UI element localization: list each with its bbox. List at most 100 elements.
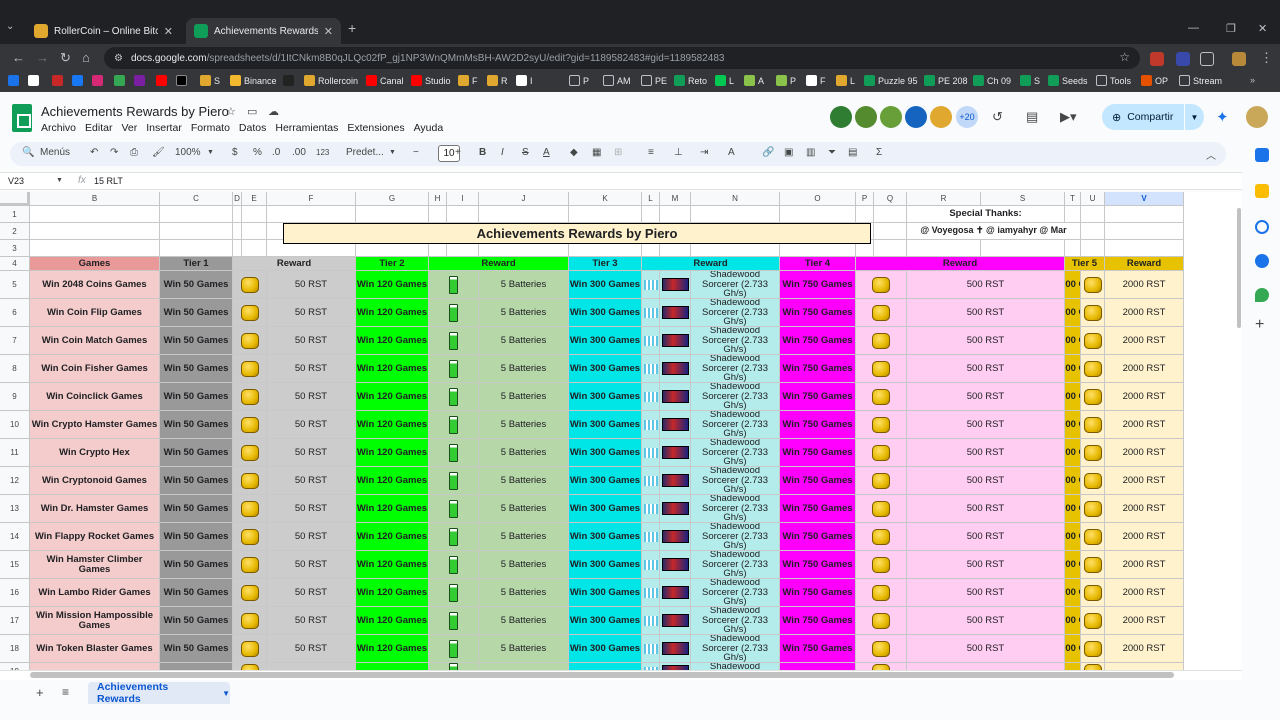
header-tier-5[interactable]: Tier 5 [1065, 257, 1105, 271]
bookmark-item[interactable]: Ch 09 [973, 75, 1011, 86]
tier-5-cell[interactable]: Win 2500 Games [1065, 383, 1081, 411]
game-name-cell[interactable]: Win Coin Fisher Games [30, 355, 160, 383]
tier-5-icon-cell[interactable] [1081, 383, 1105, 411]
tier-5-reward-cell[interactable]: 2000 RST [1105, 355, 1184, 383]
column-header-M[interactable]: M [660, 192, 691, 206]
bookmark-folder[interactable]: Tools [1096, 75, 1131, 86]
undo-icon[interactable]: ↶ [90, 147, 98, 158]
tier-3-icon-cell[interactable] [660, 523, 691, 551]
row-header[interactable]: 11 [0, 439, 30, 467]
horizontal-scroll-thumb[interactable] [30, 672, 1174, 678]
currency-format-button[interactable]: $ [232, 147, 238, 158]
tier-1-icon-cell[interactable] [233, 355, 267, 383]
tier-5-icon-cell[interactable] [1081, 551, 1105, 579]
tier-2-cell[interactable]: Win 120 Games [356, 607, 429, 635]
bookmark-item[interactable]: F [458, 75, 478, 86]
tier-1-icon-cell[interactable] [233, 663, 267, 670]
tier-4-reward-cell[interactable]: 500 RST [907, 635, 1065, 663]
row-header[interactable]: 7 [0, 327, 30, 355]
text-rotation-icon[interactable]: A [728, 147, 735, 158]
tier-3-cell[interactable]: Win 300 Games [569, 383, 642, 411]
tier-1-cell[interactable]: Win 50 Games [160, 467, 233, 495]
tier-1-reward-cell[interactable]: 50 RST [267, 495, 356, 523]
bookmark-icon-only[interactable] [134, 75, 148, 86]
tier-3-icon-cell[interactable] [660, 411, 691, 439]
game-name-cell[interactable]: Win Cryptonoid Games [30, 467, 160, 495]
extension-icon[interactable] [1176, 52, 1190, 66]
tier-3-icon-cell[interactable] [660, 579, 691, 607]
contacts-icon[interactable] [1255, 254, 1269, 268]
sheets-logo-icon[interactable] [12, 104, 32, 132]
tab-search-icon[interactable]: ⌄ [6, 21, 20, 37]
empty-cell[interactable] [160, 223, 233, 240]
move-folder-icon[interactable]: ▭ [247, 105, 257, 118]
tier-2-cell[interactable]: Win 120 Games [356, 579, 429, 607]
column-header-C[interactable]: C [160, 192, 233, 206]
bold-icon[interactable]: B [479, 147, 486, 158]
tier-2-icon-cell[interactable] [429, 663, 479, 670]
tier-4-reward-cell[interactable]: 500 RST [907, 439, 1065, 467]
row-header[interactable]: 13 [0, 495, 30, 523]
tier-3-reward-cell[interactable]: Shadewood Sorcerer (2.733 Gh/s) [691, 439, 780, 467]
column-header-D[interactable]: D [233, 192, 242, 206]
tier-3-cell[interactable]: Win 300 Games [569, 271, 642, 299]
tier-5-reward-cell[interactable]: 2000 RST [1105, 299, 1184, 327]
empty-cell[interactable] [874, 240, 907, 257]
collaborator-avatar[interactable] [830, 106, 852, 128]
zoom-dropdown-icon[interactable]: ▼ [207, 149, 214, 156]
tier-4-cell[interactable]: Win 750 Games [780, 411, 856, 439]
tier-1-reward-cell[interactable]: 50 RST [267, 607, 356, 635]
tier-1-reward-cell[interactable]: 50 RST [267, 299, 356, 327]
tier-1-reward-cell[interactable]: 50 RST [267, 271, 356, 299]
tier-4-reward-cell[interactable]: 500 RST [907, 579, 1065, 607]
share-button[interactable]: ⊕ Compartir ▼ [1102, 104, 1204, 130]
game-name-cell[interactable]: Win Mission Hampossible Games [30, 607, 160, 635]
tier-4-icon-cell[interactable] [856, 327, 907, 355]
tier-3-cell[interactable]: Win 300 Games [569, 439, 642, 467]
tier-3-cell[interactable]: Win 300 Games [569, 579, 642, 607]
get-addons-icon[interactable]: + [1255, 317, 1269, 333]
tier-3-cell[interactable] [569, 663, 642, 670]
tier-1-cell[interactable]: Win 50 Games [160, 607, 233, 635]
tier-3-reward-cell[interactable]: Shadewood Sorcerer (2.733 Gh/s) [691, 383, 780, 411]
tier-2-reward-cell[interactable]: 5 Batteries [479, 607, 569, 635]
percent-format-button[interactable]: % [253, 147, 262, 158]
browser-menu-icon[interactable]: ⋮ [1260, 50, 1273, 66]
close-tab-icon[interactable]: ✕ [324, 25, 333, 38]
tier-2-reward-cell[interactable]: 5 Batteries [479, 495, 569, 523]
minimize-icon[interactable]: — [1188, 22, 1199, 34]
tier-1-icon-cell[interactable] [233, 411, 267, 439]
tier-5-reward-cell[interactable]: 2000 RST [1105, 635, 1184, 663]
zoom-select[interactable]: 100% [175, 147, 201, 158]
tier-3-reward-cell[interactable]: Shadewood Sorcerer (2.733 Gh/s) [691, 495, 780, 523]
name-box-dropdown-icon[interactable]: ▼ [56, 177, 63, 184]
tier-5-icon-cell[interactable] [1081, 495, 1105, 523]
empty-cell[interactable] [429, 206, 447, 223]
tier-1-cell[interactable]: Win 50 Games [160, 383, 233, 411]
bookmark-item[interactable]: Puzzle 95 [864, 75, 918, 86]
tier-2-reward-cell[interactable]: 5 Batteries [479, 551, 569, 579]
empty-cell[interactable] [356, 206, 429, 223]
print-icon[interactable]: ⎙ [130, 147, 138, 158]
tier-2-icon-cell[interactable] [429, 523, 479, 551]
tier-3-bars-cell[interactable] [642, 439, 660, 467]
column-header-G[interactable]: G [356, 192, 429, 206]
tier-2-icon-cell[interactable] [429, 439, 479, 467]
bookmark-icon-only[interactable] [72, 75, 86, 86]
tier-3-bars-cell[interactable] [642, 635, 660, 663]
keep-icon[interactable] [1255, 184, 1269, 198]
profile-icon[interactable] [1232, 52, 1246, 66]
site-info-icon[interactable]: ⚙ [114, 53, 123, 64]
empty-cell[interactable] [780, 206, 856, 223]
increase-font-size-icon[interactable]: + [455, 147, 461, 158]
sheet-title-cell[interactable]: Achievements Rewards by Piero [283, 223, 871, 244]
empty-cell[interactable] [1105, 223, 1184, 240]
tier-3-reward-cell[interactable]: Shadewood Sorcerer (2.733 Gh/s) [691, 523, 780, 551]
tier-1-reward-cell[interactable]: 50 RST [267, 355, 356, 383]
tier-1-cell[interactable]: Win 50 Games [160, 439, 233, 467]
row-header[interactable]: 17 [0, 607, 30, 635]
empty-cell[interactable] [447, 206, 479, 223]
new-tab-icon[interactable]: + [348, 20, 356, 36]
tier-4-icon-cell[interactable] [856, 551, 907, 579]
close-window-icon[interactable]: ✕ [1258, 22, 1267, 35]
